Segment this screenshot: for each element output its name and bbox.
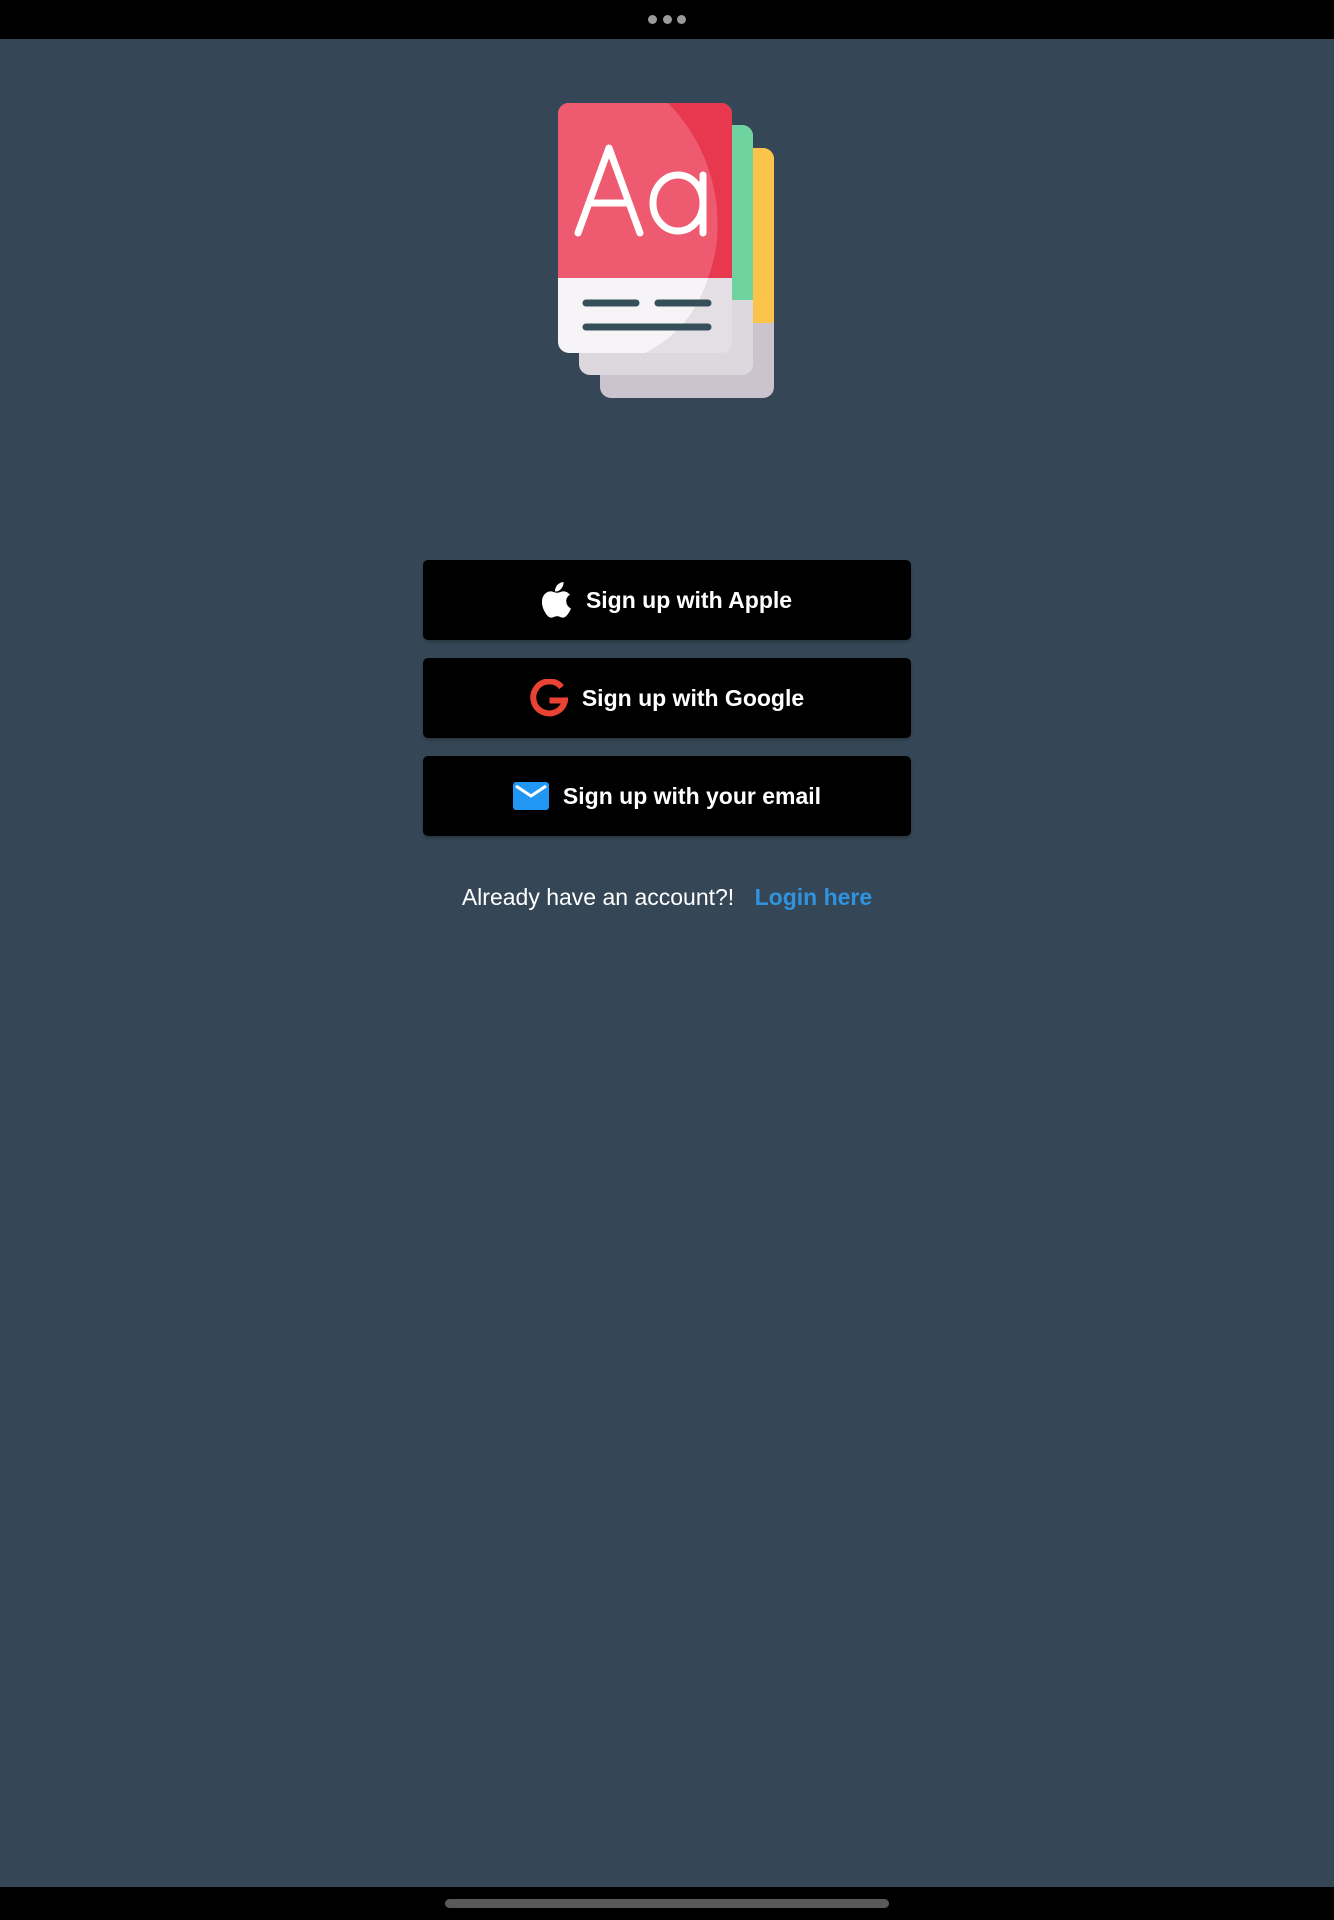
login-prompt-text: Already have an account?!	[461, 884, 735, 910]
signup-email-label: Sign up with your email	[562, 782, 822, 809]
top-system-bar	[0, 0, 1334, 39]
signup-apple-button[interactable]: Sign up with Apple	[423, 560, 911, 640]
google-logo-icon	[530, 679, 568, 717]
login-prompt-row: Already have an account?! Login here	[0, 884, 1334, 911]
login-link[interactable]: Login here	[755, 884, 873, 910]
signup-google-label: Sign up with Google	[581, 684, 805, 711]
home-indicator[interactable]	[445, 1899, 889, 1908]
signup-google-button[interactable]: Sign up with Google	[423, 658, 911, 738]
dictionary-book-stack-icon	[558, 103, 774, 398]
apple-logo-icon	[541, 582, 572, 618]
signup-apple-label: Sign up with Apple	[585, 586, 793, 613]
envelope-icon	[512, 782, 549, 810]
multitasking-menu-icon[interactable]	[648, 14, 686, 24]
app-logo	[558, 103, 776, 398]
signup-options: Sign up with Apple Sign up with Google S…	[423, 560, 911, 854]
signup-email-button[interactable]: Sign up with your email	[423, 756, 911, 836]
